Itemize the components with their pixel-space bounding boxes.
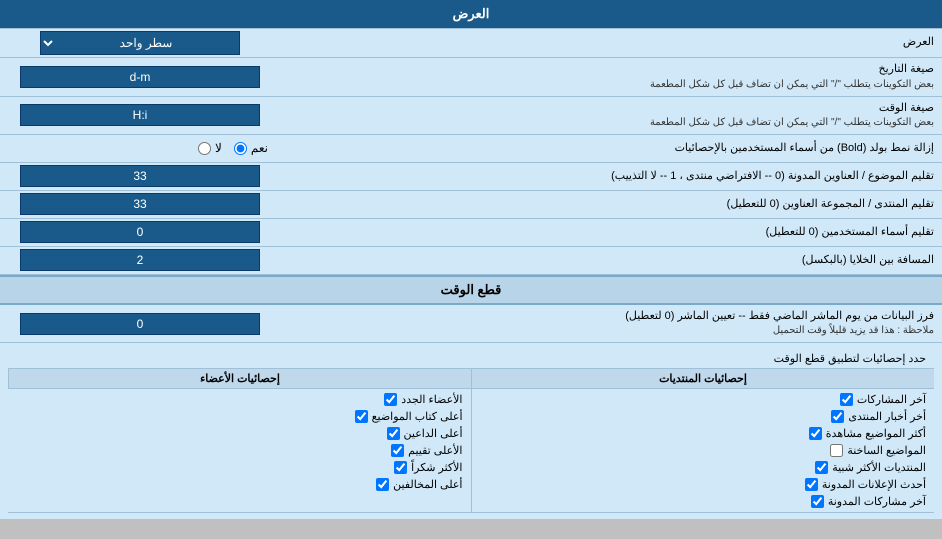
- cb-label-blog-posts: آخر مشاركات المدونة: [828, 495, 926, 508]
- cb-top-violators[interactable]: [376, 478, 389, 491]
- cb-label-top-inviters: أعلى الداعين: [404, 427, 463, 440]
- cb-forum-news[interactable]: [831, 410, 844, 423]
- checkboxes-left-header: إحصائيات الأعضاء: [8, 369, 471, 388]
- date-format-input[interactable]: [20, 66, 260, 88]
- time-format-label: صيغة الوقت بعض التكوينات يتطلب "/" التي …: [280, 97, 942, 134]
- cb-label-forum-news: أخر أخبار المنتدى: [848, 410, 926, 423]
- cb-top-writers[interactable]: [355, 410, 368, 423]
- checkboxes-right-header: إحصائيات المنتديات: [471, 369, 934, 388]
- bold-yes-radio[interactable]: [234, 142, 247, 155]
- cb-shares[interactable]: [840, 393, 853, 406]
- cb-new-members[interactable]: [384, 393, 397, 406]
- cut-section-header: قطع الوقت: [0, 277, 942, 303]
- cut-value-input[interactable]: [20, 313, 260, 335]
- topic-limit-label: تقليم الموضوع / العناوين المدونة (0 -- ا…: [280, 165, 942, 188]
- section-title: العرض: [0, 0, 942, 28]
- bold-remove-radio-group: نعم لا: [4, 139, 276, 157]
- cb-label-most-thanks: الأكثر شكراً: [411, 461, 462, 474]
- cell-spacing-input[interactable]: [20, 249, 260, 271]
- cut-notice-label: حدد إحصائيات لتطبيق قطع الوقت: [8, 349, 934, 369]
- bold-no-label: لا: [215, 141, 222, 155]
- cb-label-hot-topics: المواضيع الساخنة: [847, 444, 926, 457]
- bold-remove-label: إزالة نمط بولد (Bold) من أسماء المستخدمي…: [280, 137, 942, 160]
- cb-blog-posts[interactable]: [811, 495, 824, 508]
- cb-label-new-members: الأعضاء الجدد: [401, 393, 462, 406]
- cb-hot-topics[interactable]: [830, 444, 843, 457]
- cb-most-thanks[interactable]: [394, 461, 407, 474]
- cb-popular-forums[interactable]: [815, 461, 828, 474]
- date-format-label: صيغة التاريخ بعض التكوينات يتطلب "/" الت…: [280, 58, 942, 95]
- forum-limit-input[interactable]: [20, 193, 260, 215]
- cb-label-most-viewed: أكثر المواضيع مشاهدة: [826, 427, 926, 440]
- cb-label-top-rated: الأعلى تقييم: [408, 444, 462, 457]
- cb-label-announcements: أحدث الإعلانات المدونة: [822, 478, 926, 491]
- cb-most-viewed[interactable]: [809, 427, 822, 440]
- bold-yes-label: نعم: [251, 141, 268, 155]
- checkboxes-left-col: الأعضاء الجدد أعلى كتاب المواضيع أعلى ال…: [8, 389, 471, 512]
- cb-label-top-violators: أعلى المخالفين: [393, 478, 462, 491]
- checkboxes-right-col: آخر المشاركات أخر أخبار المنتدى أكثر الم…: [471, 389, 935, 512]
- topic-limit-input[interactable]: [20, 165, 260, 187]
- username-limit-label: تقليم أسماء المستخدمين (0 للتعطيل): [280, 221, 942, 244]
- cb-top-inviters[interactable]: [387, 427, 400, 440]
- cut-row-label: فرز البيانات من يوم الماشر الماضي فقط --…: [280, 305, 942, 342]
- cb-label-popular-forums: المنتديات الأكثر شبية: [832, 461, 926, 474]
- forum-limit-label: تقليم المنتدى / المجموعة العناوين (0 للت…: [280, 193, 942, 216]
- display-mode-label: العرض: [280, 31, 942, 54]
- display-mode-select[interactable]: سطر واحد: [40, 31, 240, 55]
- cell-spacing-label: المسافة بين الخلايا (بالبكسل): [280, 249, 942, 272]
- bold-no-radio[interactable]: [198, 142, 211, 155]
- cb-label-top-writers: أعلى كتاب المواضيع: [372, 410, 463, 423]
- cb-top-rated[interactable]: [391, 444, 404, 457]
- time-format-input[interactable]: [20, 104, 260, 126]
- username-limit-input[interactable]: [20, 221, 260, 243]
- cb-label-shares: آخر المشاركات: [857, 393, 926, 406]
- cb-announcements[interactable]: [805, 478, 818, 491]
